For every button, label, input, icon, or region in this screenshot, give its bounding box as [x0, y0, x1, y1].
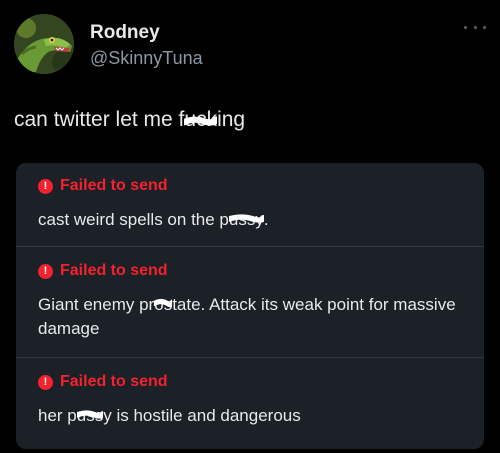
- draft-text-after: y is hostile and dangerous: [103, 406, 301, 425]
- draft-text: Giant enemy pros tate. Attack its weak po…: [38, 293, 464, 341]
- divider: [16, 357, 484, 358]
- censor-scribble: os: [154, 293, 173, 317]
- draft-text-after: .: [263, 210, 269, 229]
- failed-status-text: Failed to send: [60, 262, 168, 279]
- draft-text-before: her p: [38, 406, 77, 425]
- draft-text-before: cast weird spells on the p: [38, 210, 229, 229]
- more-dot: [483, 25, 486, 29]
- author-names: Rodney @SkinnyTuna: [90, 22, 203, 70]
- divider: [16, 246, 484, 247]
- draft-text-censored: os: [154, 295, 173, 314]
- censor-scribble: ussy: [228, 208, 264, 232]
- failed-draft-item[interactable]: ! Failed to send cast weird spells on th…: [16, 173, 484, 232]
- failed-draft-item[interactable]: ! Failed to send Giant enemy pros tate. A…: [16, 258, 484, 341]
- failed-drafts-panel: ! Failed to send cast weird spells on th…: [16, 163, 484, 449]
- lizard-avatar-icon: [14, 14, 74, 74]
- error-icon: !: [38, 374, 53, 390]
- error-icon: !: [38, 178, 53, 194]
- tweet-header: Rodney @SkinnyTuna: [14, 14, 486, 76]
- failed-status: ! Failed to send: [38, 258, 464, 284]
- tweet-text-censored: uck: [184, 108, 218, 131]
- tweet-text: can twitter let me fuck ing: [14, 106, 245, 134]
- censor-scribble: uss: [76, 404, 104, 428]
- draft-text: cast weird spells on the pussy.: [38, 208, 464, 232]
- user-handle[interactable]: @SkinnyTuna: [90, 46, 203, 70]
- failed-draft-item[interactable]: ! Failed to send her puss y is hostile an…: [16, 369, 484, 428]
- display-name[interactable]: Rodney: [90, 22, 203, 44]
- failed-status-text: Failed to send: [60, 373, 168, 390]
- censor-scribble: uck: [184, 106, 218, 134]
- avatar[interactable]: [14, 14, 74, 74]
- tweet-text-after: ing: [217, 108, 246, 131]
- draft-text: her puss y is hostile and dangerous: [38, 404, 464, 428]
- failed-status: ! Failed to send: [38, 173, 464, 199]
- error-icon: !: [38, 263, 53, 279]
- draft-text-censored: uss: [76, 406, 104, 425]
- failed-status: ! Failed to send: [38, 369, 464, 395]
- more-dot: [473, 25, 477, 29]
- draft-text-before: Giant enemy pr: [38, 295, 155, 314]
- failed-status-text: Failed to send: [60, 177, 168, 194]
- tweet-text-before: can twitter let me f: [14, 108, 185, 131]
- more-horizontal-icon[interactable]: [464, 20, 486, 34]
- more-dot: [464, 25, 467, 29]
- draft-text-censored: ussy: [228, 210, 264, 229]
